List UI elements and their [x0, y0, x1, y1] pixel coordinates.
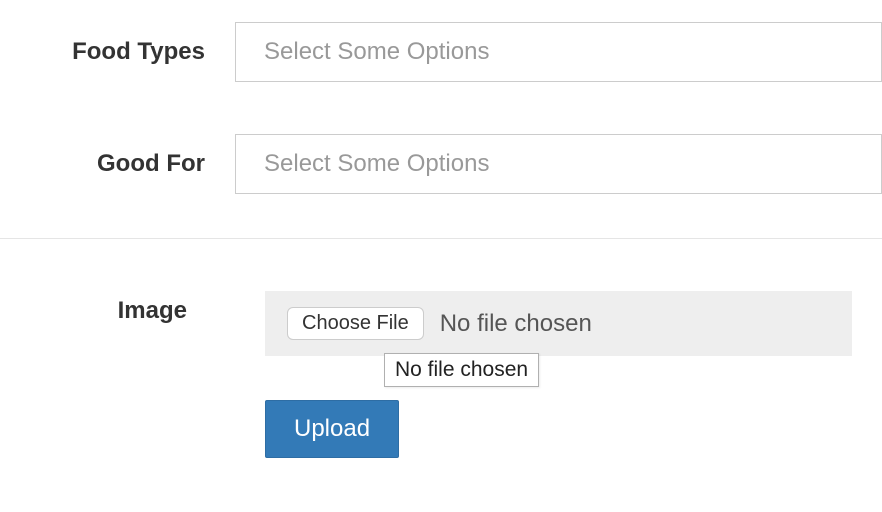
food-types-select[interactable]: Select Some Options	[235, 22, 882, 82]
food-types-label: Food Types	[0, 38, 235, 66]
good-for-select[interactable]: Select Some Options	[235, 134, 882, 194]
choose-file-button[interactable]: Choose File	[287, 307, 424, 340]
image-label: Image	[0, 291, 265, 458]
file-status-text: No file chosen	[440, 310, 592, 338]
upload-button[interactable]: Upload	[265, 400, 399, 458]
file-tooltip: No file chosen	[384, 353, 539, 387]
good-for-label: Good For	[0, 150, 235, 178]
file-input-area: Choose File No file chosen	[265, 291, 852, 356]
